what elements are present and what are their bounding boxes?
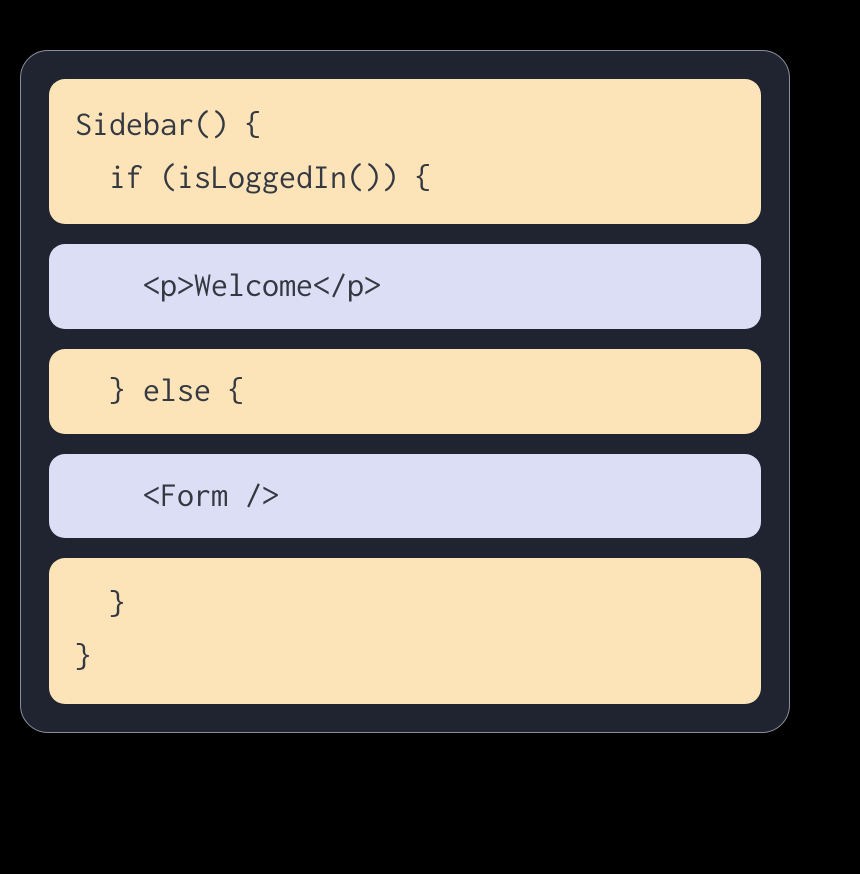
code-block-else: } else { [49, 349, 761, 434]
code-block-form: <Form /> [49, 454, 761, 539]
code-block-closing-braces: } } [49, 558, 761, 703]
code-diagram-container: Sidebar() { if (isLoggedIn()) { <p>Welco… [20, 50, 790, 733]
code-block-sidebar-if: Sidebar() { if (isLoggedIn()) { [49, 79, 761, 224]
code-block-welcome: <p>Welcome</p> [49, 244, 761, 329]
